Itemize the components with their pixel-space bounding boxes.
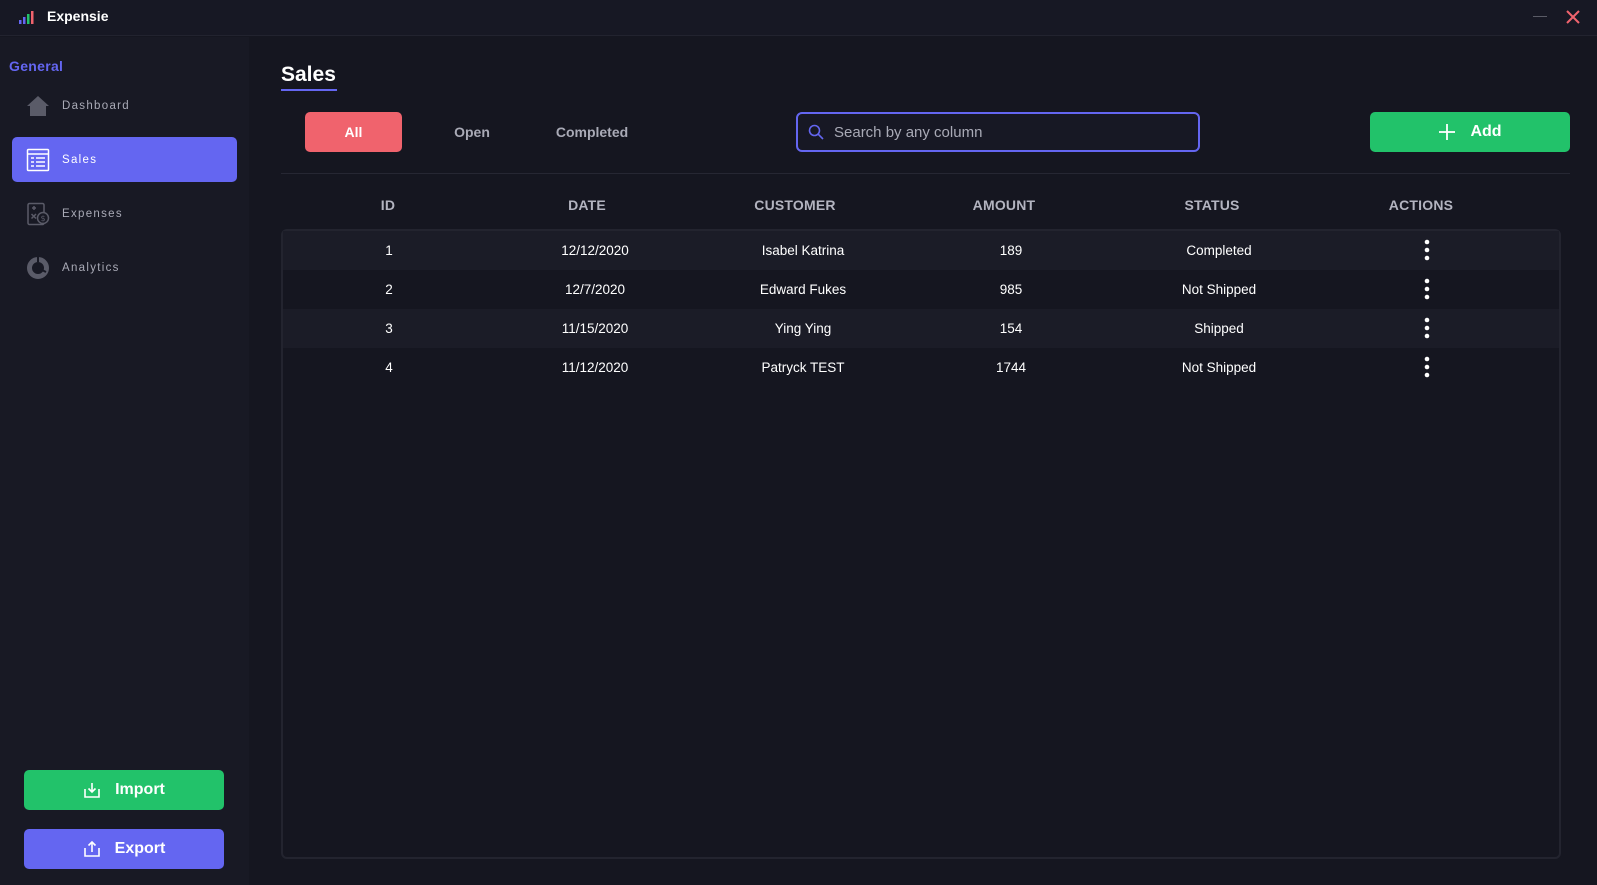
cell-id: 3 <box>385 321 393 336</box>
sales-table: 1 12/12/2020 Isabel Katrina 189 Complete… <box>281 229 1561 859</box>
cell-status: Shipped <box>1194 321 1244 336</box>
search-input[interactable] <box>834 123 1184 141</box>
column-header-status[interactable]: STATUS <box>1147 197 1277 213</box>
cell-date: 11/12/2020 <box>561 360 629 375</box>
cell-id: 1 <box>385 243 393 258</box>
main-content: Sales All Open Completed Add ID DATE CUS… <box>249 37 1597 885</box>
cell-status: Completed <box>1186 243 1252 258</box>
donut-chart-icon <box>26 256 50 280</box>
sidebar-item-label: Analytics <box>62 261 120 274</box>
sidebar-item-analytics[interactable]: Analytics <box>12 245 237 290</box>
table-row[interactable]: 3 11/15/2020 Ying Ying 154 Shipped <box>283 309 1559 348</box>
plus-icon <box>1439 124 1456 140</box>
cell-status: Not Shipped <box>1181 360 1257 375</box>
cell-customer: Patryck TEST <box>761 360 845 375</box>
close-window-button[interactable] <box>1564 8 1582 26</box>
cell-amount: 189 <box>999 243 1023 258</box>
sidebar-section-label: General <box>9 58 64 74</box>
add-button[interactable]: Add <box>1370 112 1570 152</box>
home-icon <box>26 94 50 118</box>
export-button[interactable]: Export <box>24 829 224 869</box>
cell-id: 2 <box>385 282 393 297</box>
cell-date: 12/7/2020 <box>564 282 626 297</box>
table-row[interactable]: 2 12/7/2020 Edward Fukes 985 Not Shipped <box>283 270 1559 309</box>
more-vertical-icon <box>1424 356 1430 378</box>
sidebar: General Dashboard Sales $ Expenses Analy… <box>0 37 249 885</box>
cell-customer: Ying Ying <box>774 321 832 336</box>
more-actions-button[interactable] <box>1415 316 1439 340</box>
sidebar-item-dashboard[interactable]: Dashboard <box>12 83 237 128</box>
table-header: ID DATE CUSTOMER AMOUNT STATUS ACTIONS <box>281 197 1570 225</box>
cell-date: 12/12/2020 <box>561 243 629 258</box>
export-icon <box>83 840 100 857</box>
import-icon <box>84 783 100 798</box>
minimize-button[interactable] <box>1533 16 1547 17</box>
title-bar: Expensie <box>0 0 1597 36</box>
import-label: Import <box>115 781 165 798</box>
more-vertical-icon <box>1424 317 1430 339</box>
column-header-actions: ACTIONS <box>1388 197 1454 213</box>
search-icon <box>808 124 824 140</box>
column-header-customer[interactable]: CUSTOMER <box>730 197 860 213</box>
cell-customer: Isabel Katrina <box>761 243 845 258</box>
add-label: Add <box>1470 123 1502 140</box>
filter-tab-all[interactable]: All <box>305 112 402 152</box>
column-header-id[interactable]: ID <box>323 197 453 213</box>
column-header-amount[interactable]: AMOUNT <box>939 197 1069 213</box>
divider <box>281 173 1570 174</box>
more-actions-button[interactable] <box>1415 238 1439 262</box>
cell-amount: 154 <box>999 321 1023 336</box>
table-row[interactable]: 1 12/12/2020 Isabel Katrina 189 Complete… <box>283 231 1559 270</box>
cell-customer: Edward Fukes <box>759 282 847 297</box>
cell-amount: 1744 <box>995 360 1027 375</box>
page-title: Sales <box>281 63 336 86</box>
search-box[interactable] <box>796 112 1200 152</box>
cell-status: Not Shipped <box>1181 282 1257 297</box>
more-vertical-icon <box>1424 239 1430 261</box>
table-row[interactable]: 4 11/12/2020 Patryck TEST 1744 Not Shipp… <box>283 348 1559 387</box>
sidebar-item-label: Expenses <box>62 207 123 220</box>
cell-date: 11/15/2020 <box>561 321 629 336</box>
column-header-date[interactable]: DATE <box>522 197 652 213</box>
sidebar-item-label: Sales <box>62 153 98 166</box>
expenses-calculator-icon: $ <box>26 202 50 226</box>
import-button[interactable]: Import <box>24 770 224 810</box>
sales-list-icon <box>26 148 50 172</box>
more-actions-button[interactable] <box>1415 277 1439 301</box>
cell-amount: 985 <box>999 282 1023 297</box>
sidebar-item-expenses[interactable]: $ Expenses <box>12 191 237 236</box>
svg-text:$: $ <box>40 214 45 223</box>
more-actions-button[interactable] <box>1415 355 1439 379</box>
more-vertical-icon <box>1424 278 1430 300</box>
app-logo-icon <box>19 11 34 24</box>
app-title: Expensie <box>47 8 109 24</box>
sidebar-item-sales[interactable]: Sales <box>12 137 237 182</box>
filter-tab-open[interactable]: Open <box>422 112 522 152</box>
title-underline <box>281 89 337 91</box>
filter-tab-completed[interactable]: Completed <box>542 112 642 152</box>
cell-id: 4 <box>385 360 393 375</box>
export-label: Export <box>114 840 166 857</box>
sidebar-item-label: Dashboard <box>62 99 130 112</box>
